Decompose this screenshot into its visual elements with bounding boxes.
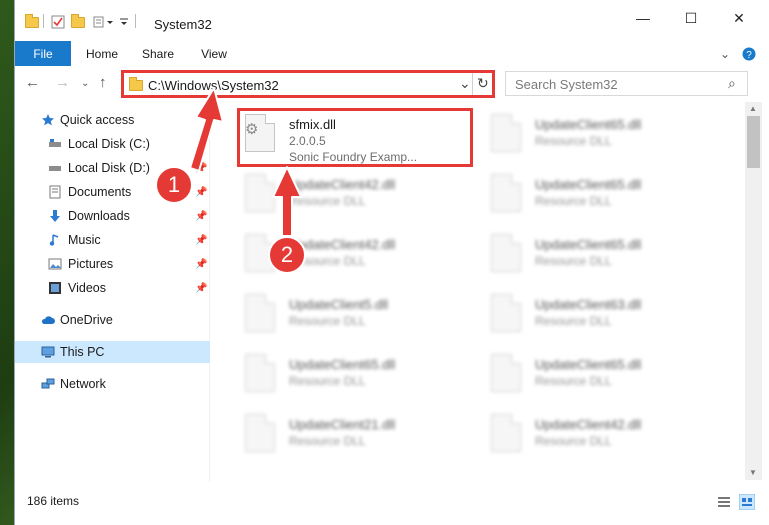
step-badge-2: 2 (268, 236, 306, 274)
step-badge-1: 1 (155, 166, 193, 204)
arrow-1 (189, 87, 224, 172)
annotation-overlay (189, 87, 302, 237)
arrow-2 (272, 166, 302, 237)
